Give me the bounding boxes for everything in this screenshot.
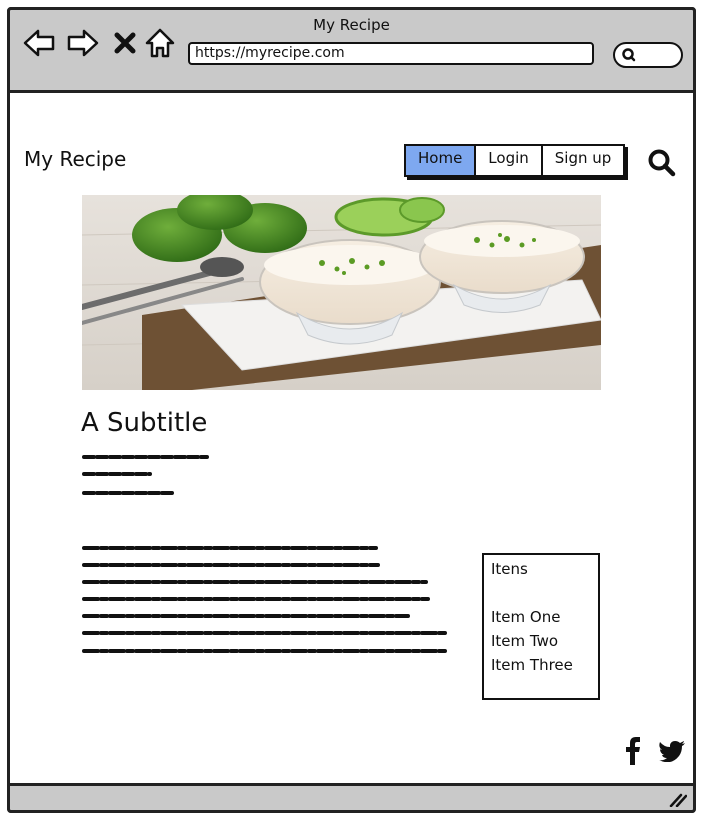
main-nav: Home Login Sign up [404,144,626,177]
back-arrow-icon[interactable] [22,26,56,60]
facebook-icon[interactable] [625,737,641,765]
browser-statusbar [7,783,696,813]
search-icon [622,48,636,62]
url-bar[interactable]: https://myrecipe.com [188,42,594,65]
resize-grip-icon[interactable] [669,793,687,807]
sidebar-item-three[interactable]: Item Three [491,656,591,674]
placeholder-paragraph [82,546,450,653]
search-icon[interactable] [647,148,677,178]
sidebar-item-one[interactable]: Item One [491,608,591,626]
browser-search-field[interactable] [613,42,683,68]
recipe-hero-image [82,195,601,390]
placeholder-text-block [82,455,209,495]
forward-arrow-icon[interactable] [66,26,100,60]
nav-login-button[interactable]: Login [476,146,543,175]
twitter-icon[interactable] [658,740,686,762]
home-icon[interactable] [143,26,177,60]
items-sidebar: Itens Item One Item Two Item Three [482,553,600,700]
close-icon[interactable] [108,26,142,60]
brand-title[interactable]: My Recipe [24,147,126,171]
nav-home-button[interactable]: Home [406,146,477,175]
content-subtitle: A Subtitle [81,408,208,438]
sidebar-item-two[interactable]: Item Two [491,632,591,650]
nav-signup-button[interactable]: Sign up [542,146,624,175]
sidebar-title: Itens [491,560,528,578]
